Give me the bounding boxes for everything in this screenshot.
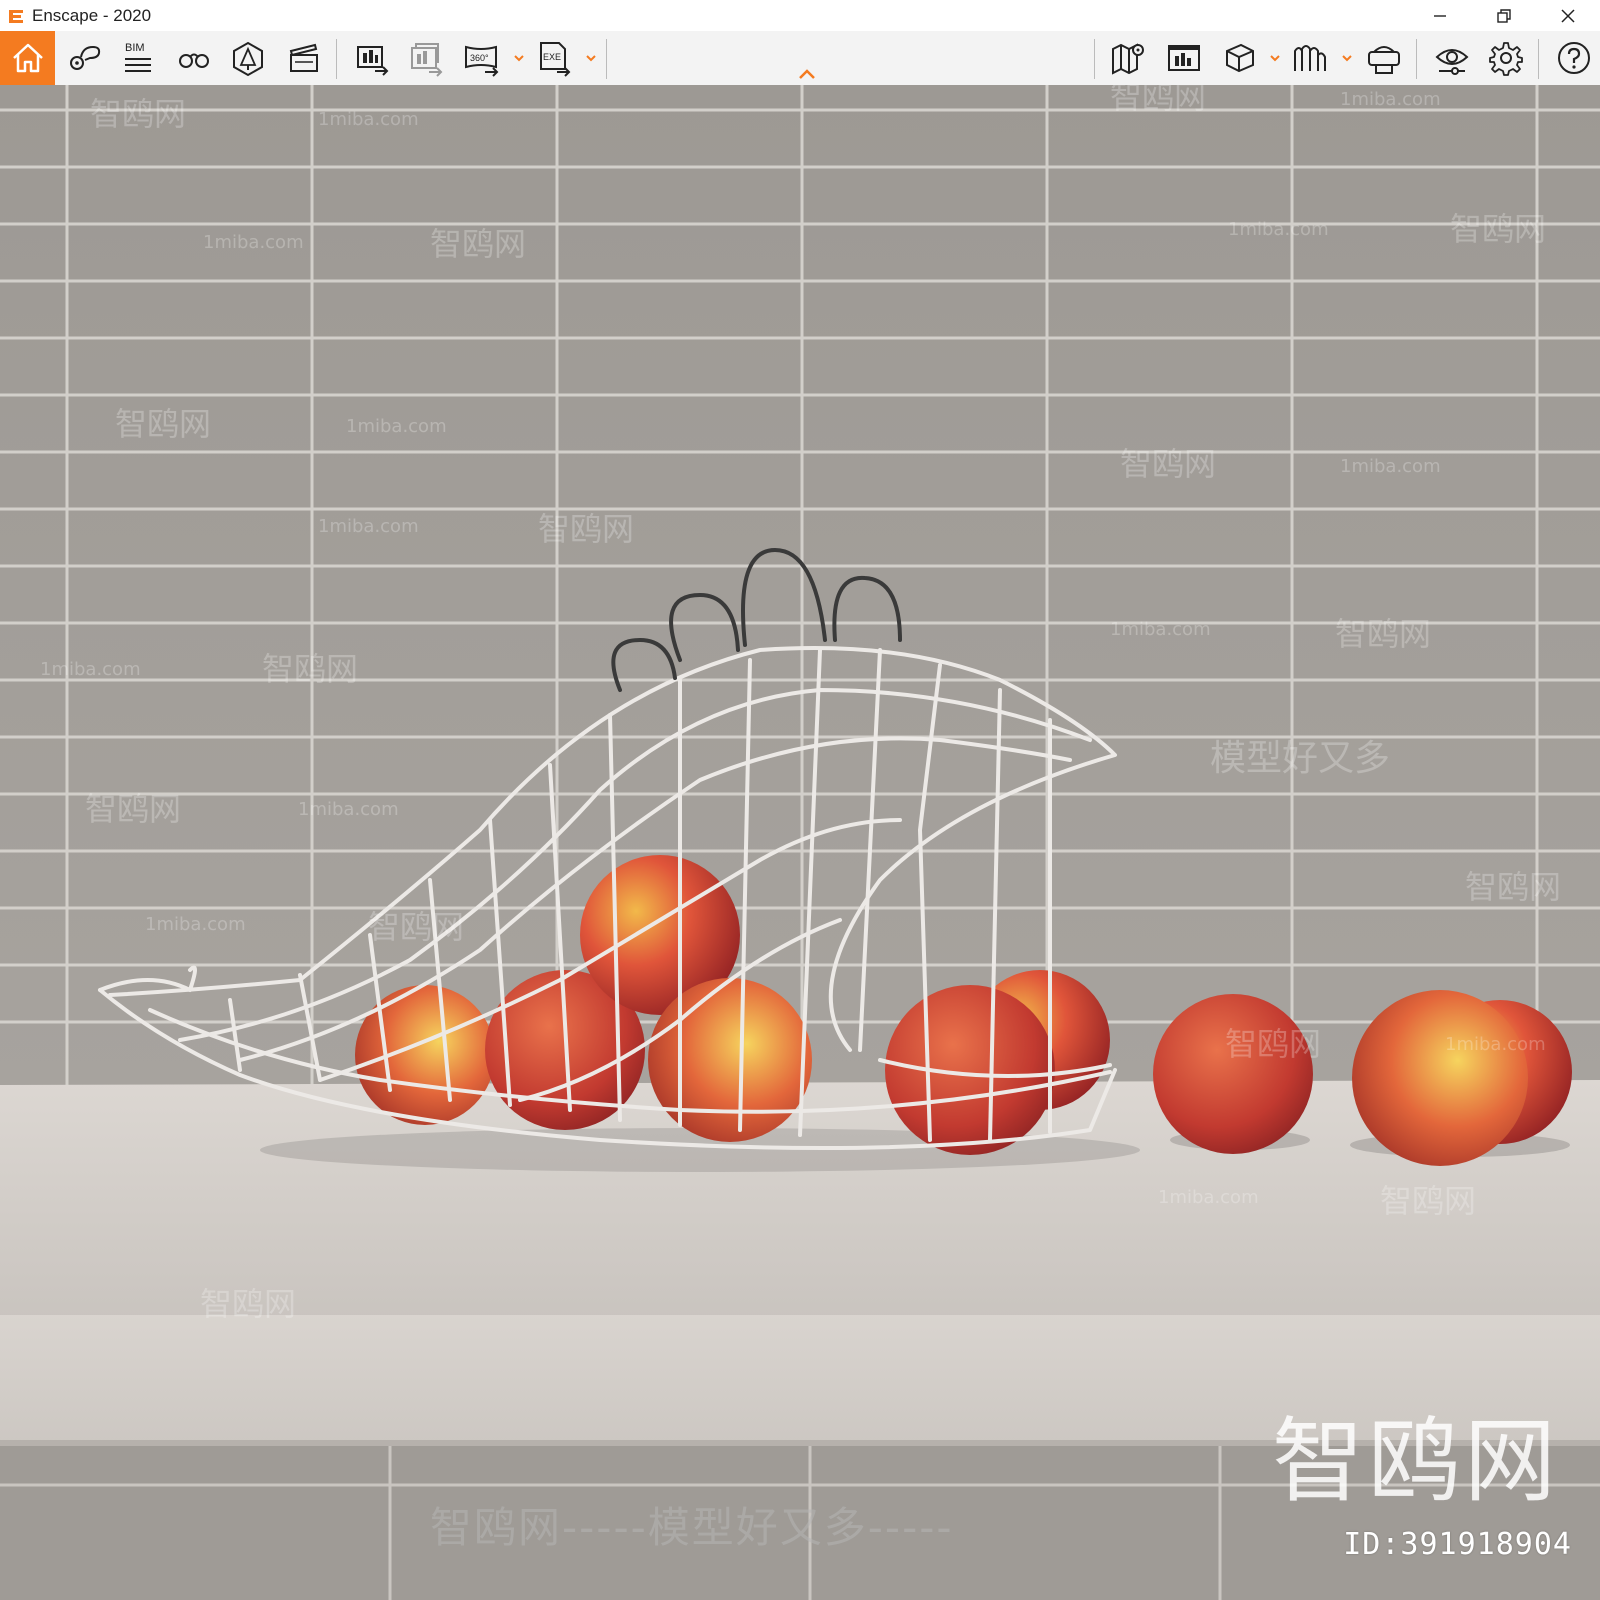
batch-render-icon xyxy=(411,43,443,77)
svg-text:1miba.com: 1miba.com xyxy=(1340,456,1441,477)
home-icon xyxy=(12,43,43,73)
collapse-toolbar-icon[interactable] xyxy=(797,67,817,81)
close-icon xyxy=(1561,8,1575,23)
exe-export-icon: EXE xyxy=(540,42,571,77)
svg-text:智鸥网: 智鸥网 xyxy=(368,908,464,946)
screen-icon xyxy=(1168,45,1200,71)
panorama-360-icon: 360° xyxy=(465,45,499,77)
chevron-down-icon[interactable] xyxy=(512,51,526,65)
svg-text:智鸥网: 智鸥网 xyxy=(85,790,181,828)
svg-text:智鸥网: 智鸥网 xyxy=(1110,85,1206,116)
render-viewport[interactable]: 智鸥网 1miba.com 1miba.com 智鸥网 1miba.com 智鸥… xyxy=(0,85,1600,1600)
enscape-logo-icon xyxy=(9,9,23,23)
settings-button[interactable] xyxy=(1480,31,1532,85)
bim-button[interactable]: BIM xyxy=(112,31,164,85)
bim-icon: BIM xyxy=(125,42,151,72)
svg-text:1miba.com: 1miba.com xyxy=(346,416,447,437)
svg-text:1miba.com: 1miba.com xyxy=(203,232,304,253)
binoculars-button[interactable] xyxy=(168,31,220,85)
gear-icon xyxy=(1489,42,1523,76)
batch-render-button[interactable] xyxy=(400,31,452,85)
svg-text:1miba.com: 1miba.com xyxy=(145,914,246,935)
svg-text:360°: 360° xyxy=(470,53,489,63)
map-icon xyxy=(1112,43,1144,75)
help-icon xyxy=(1558,42,1590,74)
screenshot-button[interactable] xyxy=(346,31,398,85)
svg-text:智鸥网: 智鸥网 xyxy=(1225,1025,1321,1063)
vr-landscape-icon xyxy=(1294,45,1326,71)
watermark-bottom-line: 智鸥网-----模型好又多----- xyxy=(430,1503,954,1552)
svg-text:1miba.com: 1miba.com xyxy=(1340,89,1441,110)
svg-text:智鸥网: 智鸥网 xyxy=(115,405,211,443)
exe-export-button[interactable]: EXE xyxy=(528,31,580,85)
svg-text:BIM: BIM xyxy=(125,42,145,54)
asset-library-button[interactable] xyxy=(222,31,274,85)
live-update-button[interactable] xyxy=(1158,31,1210,85)
binoculars-icon xyxy=(179,53,209,68)
screenshot-export-icon xyxy=(357,46,389,76)
chevron-down-icon[interactable] xyxy=(584,51,598,65)
svg-text:智鸥网: 智鸥网 xyxy=(1380,1182,1476,1220)
toolbar-separator xyxy=(1094,39,1095,79)
toolbar-separator xyxy=(1416,39,1417,79)
svg-text:智鸥网: 智鸥网 xyxy=(262,650,358,688)
svg-text:1miba.com: 1miba.com xyxy=(1158,1187,1259,1208)
svg-text:智鸥网: 智鸥网 xyxy=(200,1285,296,1323)
svg-text:1miba.com: 1miba.com xyxy=(1445,1034,1546,1055)
help-button[interactable] xyxy=(1548,31,1600,85)
home-button[interactable] xyxy=(0,31,55,85)
close-button[interactable] xyxy=(1538,0,1598,31)
restore-icon xyxy=(1497,8,1511,23)
svg-text:模型好又多: 模型好又多 xyxy=(1210,738,1390,779)
panorama-button[interactable]: 360° xyxy=(456,31,508,85)
svg-text:1miba.com: 1miba.com xyxy=(318,109,419,130)
eye-icon xyxy=(1435,49,1469,75)
svg-text:智鸥网: 智鸥网 xyxy=(1335,615,1431,653)
svg-text:智鸥网: 智鸥网 xyxy=(1450,210,1546,248)
tree-icon xyxy=(233,41,263,77)
svg-text:智鸥网: 智鸥网 xyxy=(90,95,186,133)
chevron-down-icon[interactable] xyxy=(1268,51,1282,65)
pin-chat-icon xyxy=(70,45,101,70)
visual-settings-button[interactable] xyxy=(1426,31,1478,85)
toolbar-separator xyxy=(336,39,337,79)
svg-text:智鸥网: 智鸥网 xyxy=(430,225,526,263)
toolbar-separator xyxy=(606,39,607,79)
svg-text:智鸥网: 智鸥网 xyxy=(1120,445,1216,483)
clapper-icon xyxy=(289,43,318,72)
rendered-scene: 智鸥网 1miba.com 1miba.com 智鸥网 1miba.com 智鸥… xyxy=(0,85,1600,1600)
enscape-toolbar: BIM 360° EXE xyxy=(0,31,1600,86)
vr-headset-button[interactable] xyxy=(1358,31,1410,85)
restore-button[interactable] xyxy=(1474,0,1534,31)
svg-text:1miba.com: 1miba.com xyxy=(318,516,419,537)
chevron-down-icon[interactable] xyxy=(1340,51,1354,65)
svg-text:1miba.com: 1miba.com xyxy=(1110,619,1211,640)
toolbar-separator xyxy=(1538,39,1539,79)
svg-text:EXE: EXE xyxy=(543,52,561,62)
minimize-button[interactable] xyxy=(1410,0,1470,31)
watermark-id: ID:391918904 xyxy=(1343,1527,1572,1562)
title-bar: Enscape - 2020 xyxy=(0,0,1600,31)
svg-text:智鸥网: 智鸥网 xyxy=(1465,868,1561,906)
view-mode-button[interactable] xyxy=(1214,31,1266,85)
vr-headset-icon xyxy=(1368,46,1400,74)
minimize-icon xyxy=(1434,14,1446,17)
watermark-brand: 智鸥网 xyxy=(1271,1408,1560,1515)
svg-text:智鸥网: 智鸥网 xyxy=(538,510,634,548)
svg-text:1miba.com: 1miba.com xyxy=(40,659,141,680)
video-editor-button[interactable] xyxy=(278,31,330,85)
vr-button[interactable] xyxy=(1284,31,1336,85)
svg-text:1miba.com: 1miba.com xyxy=(1228,219,1329,240)
map-button[interactable] xyxy=(1102,31,1154,85)
svg-text:1miba.com: 1miba.com xyxy=(298,799,399,820)
window-title: Enscape - 2020 xyxy=(32,5,152,25)
views-button[interactable] xyxy=(58,31,110,85)
cube-icon xyxy=(1226,43,1254,73)
